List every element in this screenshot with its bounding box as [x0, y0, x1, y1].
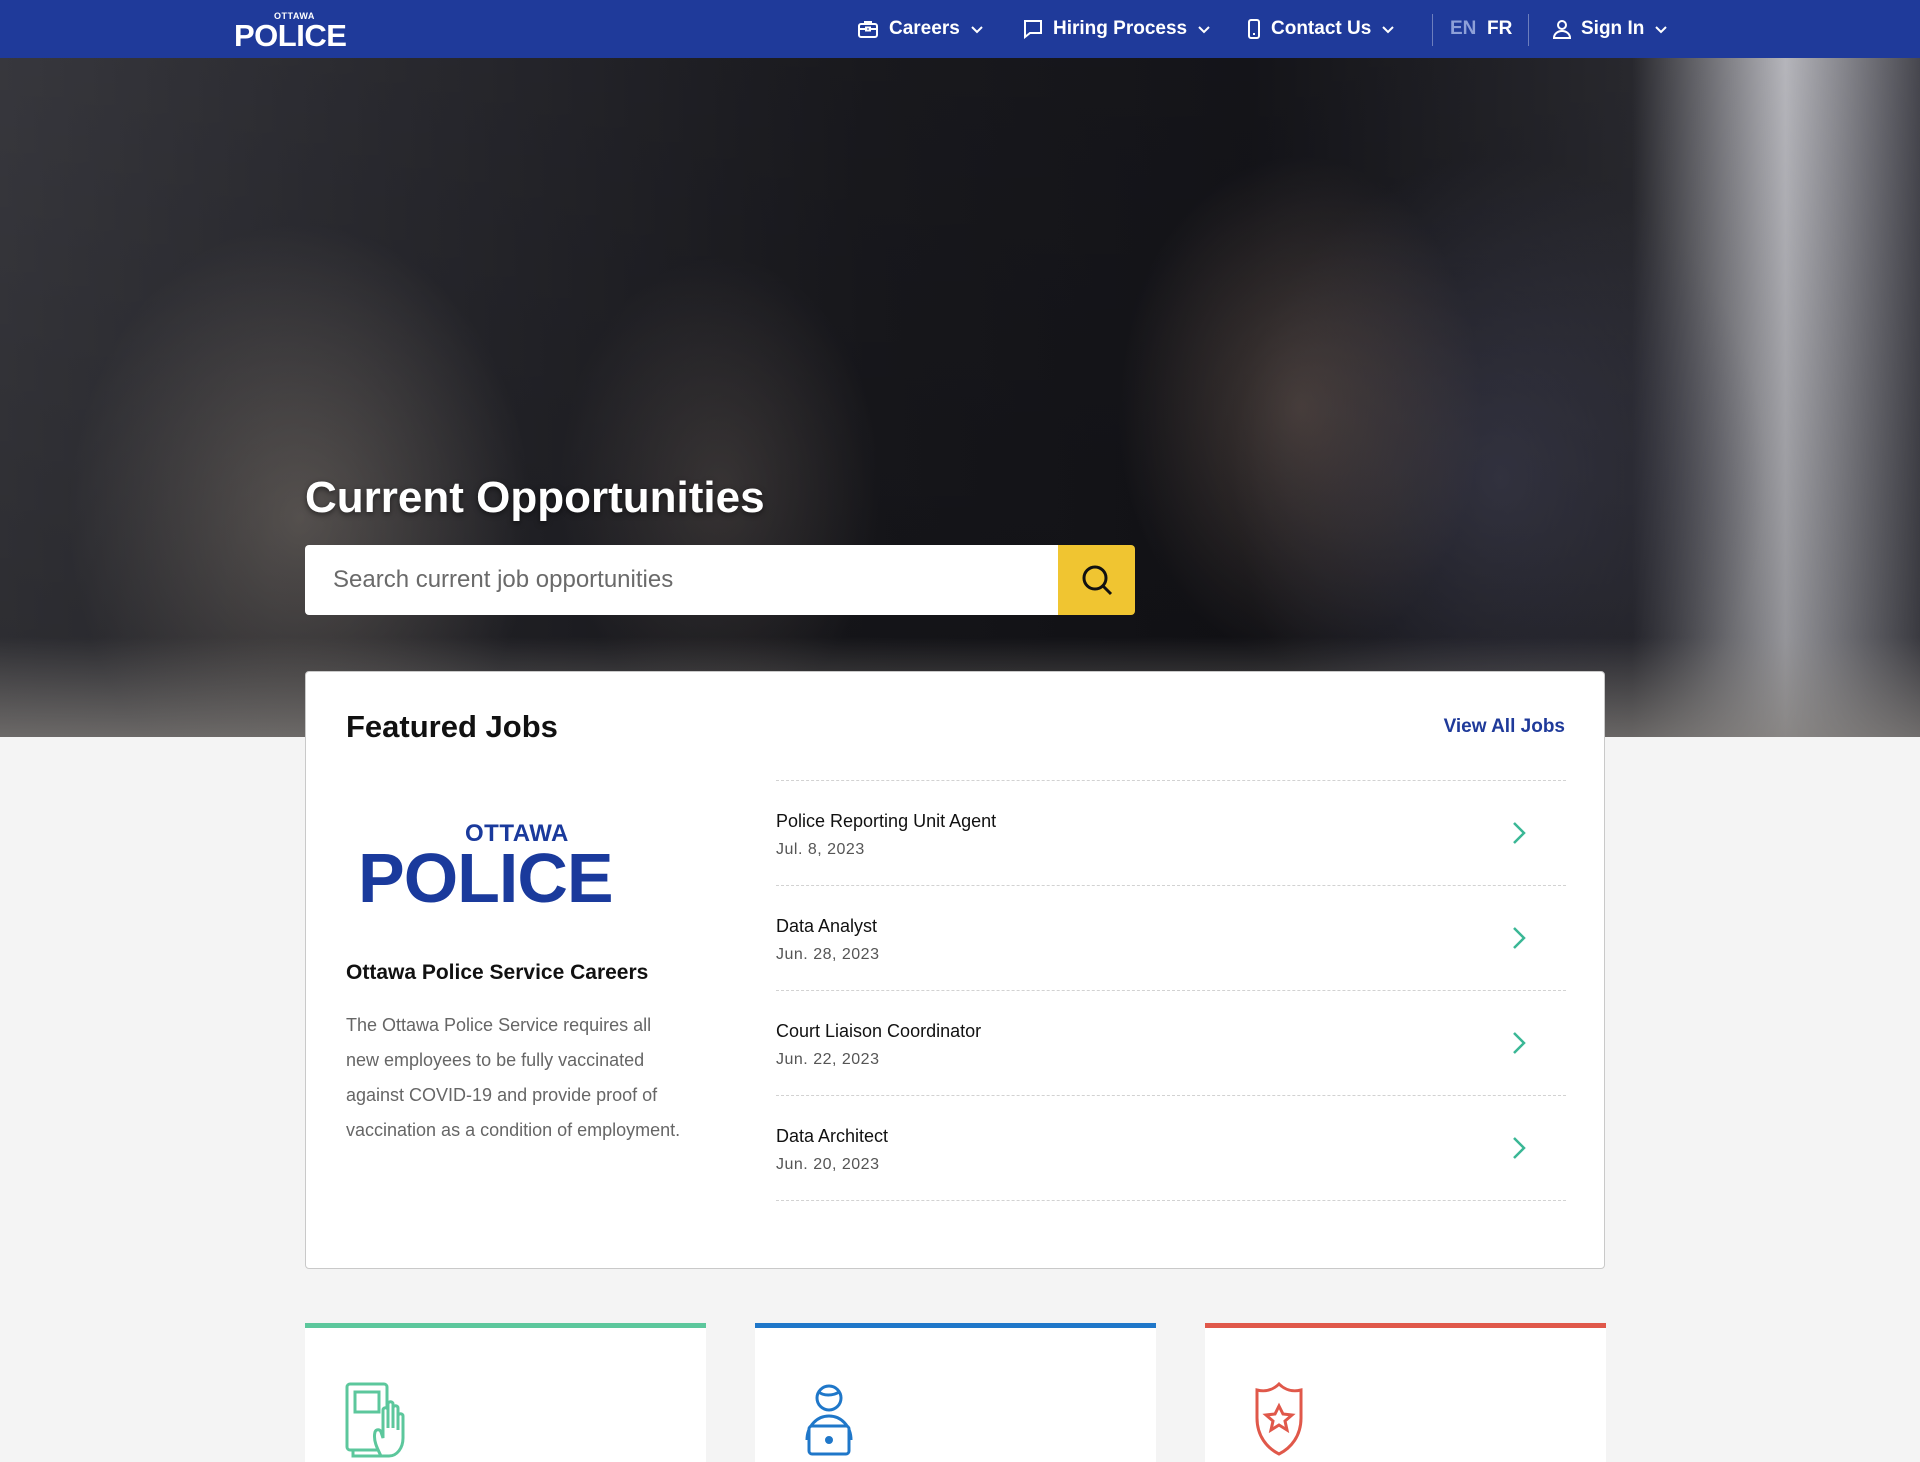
view-all-jobs-link[interactable]: View All Jobs [1444, 716, 1565, 738]
hero-overlay [0, 58, 1920, 737]
job-title: Court Liaison Coordinator [776, 1021, 982, 1041]
top-navbar: OTTAWA POLICE Careers Hiring Process Con… [0, 0, 1920, 58]
job-listing[interactable]: Data Analyst Jun. 28, 2023 [776, 886, 1566, 991]
hero-banner: Current Opportunities [0, 58, 1920, 737]
chevron-down-icon [1655, 26, 1668, 34]
search-button[interactable] [1058, 545, 1135, 615]
job-listing[interactable]: Police Reporting Unit Agent Jul. 8, 2023 [776, 781, 1566, 886]
logo-big-text: POLICE [234, 18, 347, 53]
job-title: Data Analyst [776, 916, 878, 936]
featured-jobs-card: Featured Jobs View All Jobs OTTAWA POLIC… [305, 671, 1605, 1269]
handbook-icon [345, 1382, 405, 1458]
nav-divider [1528, 14, 1529, 46]
job-listing[interactable]: Court Liaison Coordinator Jun. 22, 2023 [776, 991, 1566, 1096]
job-date: Jun. 20, 2023 [776, 1156, 880, 1173]
nav-careers-label: Careers [889, 18, 960, 39]
careers-subtitle: Ottawa Police Service Careers [346, 961, 649, 984]
ottawa-police-card-logo: OTTAWA POLICE [358, 820, 668, 920]
chevron-right-icon [1513, 927, 1526, 949]
info-card-badge[interactable] [1205, 1323, 1606, 1462]
info-card-online[interactable] [755, 1323, 1156, 1462]
page-title: Current Opportunities [305, 473, 765, 522]
user-icon [1553, 20, 1571, 39]
featured-jobs-list: Police Reporting Unit Agent Jul. 8, 2023… [776, 780, 1566, 1201]
chevron-right-icon [1513, 1032, 1526, 1054]
job-date: Jun. 28, 2023 [776, 946, 880, 963]
job-title: Data Architect [776, 1126, 889, 1146]
featured-jobs-title: Featured Jobs [346, 709, 558, 744]
chevron-right-icon [1513, 822, 1526, 844]
job-title: Police Reporting Unit Agent [776, 811, 997, 831]
chevron-down-icon [1198, 26, 1210, 34]
lang-fr[interactable]: FR [1487, 0, 1512, 58]
sign-in-label: Sign In [1581, 18, 1645, 39]
nav-hiring-label: Hiring Process [1053, 18, 1188, 39]
info-card-handbook[interactable] [305, 1323, 706, 1462]
nav-hiring-process[interactable]: Hiring Process [1023, 0, 1211, 58]
job-listing[interactable]: Data Architect Jun. 20, 2023 [776, 1096, 1566, 1201]
card-logo-big-text: POLICE [358, 839, 614, 917]
ottawa-police-logo[interactable]: OTTAWA POLICE [234, 8, 358, 52]
lang-en[interactable]: EN [1450, 0, 1476, 58]
phone-icon [1248, 19, 1260, 39]
job-date: Jul. 8, 2023 [776, 841, 865, 858]
nav-divider [1432, 14, 1433, 46]
job-search-input[interactable] [305, 545, 1058, 615]
job-search-bar [305, 545, 1135, 615]
chat-icon [1024, 20, 1042, 39]
nav-careers[interactable]: Careers [857, 0, 984, 58]
briefcase-icon [858, 21, 878, 38]
chevron-right-icon [1513, 1137, 1526, 1159]
chevron-down-icon [1382, 26, 1395, 34]
laptop-user-icon [805, 1384, 853, 1456]
sign-in-menu[interactable]: Sign In [1553, 0, 1668, 58]
nav-contact-us[interactable]: Contact Us [1247, 0, 1395, 58]
job-date: Jun. 22, 2023 [776, 1051, 880, 1068]
search-icon [1082, 565, 1112, 596]
chevron-down-icon [971, 26, 983, 34]
vaccination-notice: The Ottawa Police Service requires all n… [346, 1015, 681, 1140]
nav-contact-label: Contact Us [1271, 18, 1372, 39]
police-badge-icon [1255, 1381, 1303, 1456]
